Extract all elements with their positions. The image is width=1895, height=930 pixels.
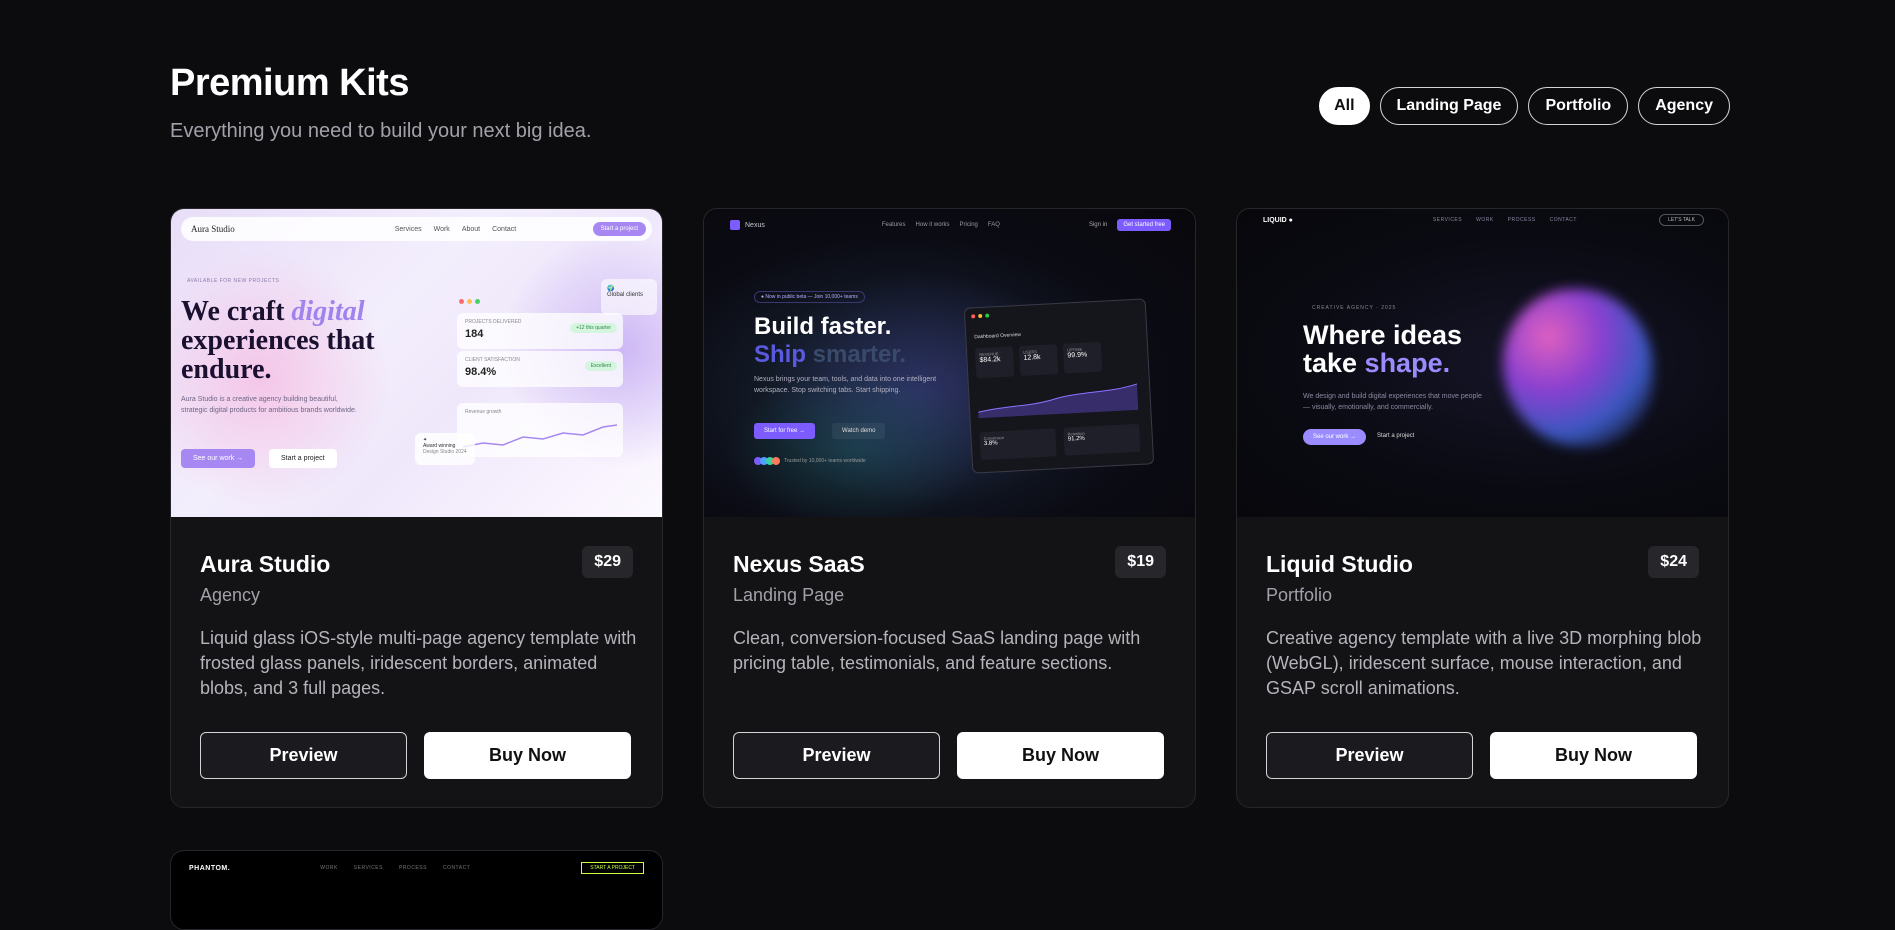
product-thumbnail[interactable]: LIQUID ● SERVICES WORK PROCESS CONTACT L… xyxy=(1237,209,1728,517)
filter-bar: All Landing Page Portfolio Agency xyxy=(1319,87,1730,125)
price-badge: $29 xyxy=(582,546,633,578)
premium-kits-page: Premium Kits Everything you need to buil… xyxy=(0,0,1895,930)
preview-button[interactable]: Preview xyxy=(200,732,407,779)
thumb-cta: Get started free xyxy=(1117,219,1171,231)
thumb-primary-button: See our work → xyxy=(181,449,256,468)
thumb-nav-link: Contact xyxy=(492,225,517,233)
stat-panel: PROJECTS DELIVERED 184 +12 this quarter xyxy=(457,313,623,349)
thumb-nav: LIQUID ● SERVICES WORK PROCESS CONTACT L… xyxy=(1263,213,1704,227)
filter-portfolio[interactable]: Portfolio xyxy=(1528,87,1629,125)
thumb-nav-links: Services Work About Contact xyxy=(395,226,516,233)
chart-panel: Revenue growth xyxy=(457,403,623,457)
preview-button[interactable]: Preview xyxy=(733,732,940,779)
product-name: Nexus SaaS xyxy=(733,551,865,577)
thumb-nav-links: WORK SERVICES PROCESS CONTACT xyxy=(320,865,471,871)
buy-now-button[interactable]: Buy Now xyxy=(424,732,631,779)
nexus-logo-icon xyxy=(730,220,740,230)
product-description: Liquid glass iOS-style multi-page agency… xyxy=(200,628,637,698)
product-card-liquid-studio: LIQUID ● SERVICES WORK PROCESS CONTACT L… xyxy=(1236,208,1729,808)
product-description: Creative agency template with a live 3D … xyxy=(1266,628,1702,698)
globe-icon: 🌍 xyxy=(607,286,615,292)
price-badge: $24 xyxy=(1648,546,1699,578)
thumb-secondary-button: Start a project xyxy=(1377,433,1415,439)
global-clients-badge: 🌍 Global clients xyxy=(601,279,657,315)
product-name: Aura Studio xyxy=(200,551,331,577)
product-name: Liquid Studio xyxy=(1266,551,1413,577)
area-chart-icon xyxy=(978,383,1139,419)
thumb-cta: Start a project xyxy=(592,222,646,236)
thumb-headline: We craft digital experiences that endure… xyxy=(181,296,375,385)
filter-agency[interactable]: Agency xyxy=(1638,87,1730,125)
preview-button[interactable]: Preview xyxy=(1266,732,1473,779)
stat-panel: CLIENT SATISFACTION 98.4% Excellent xyxy=(457,351,623,387)
award-badge: ✦ Award winning Design Studio 2024 xyxy=(415,433,475,465)
thumb-eyebrow: CREATIVE AGENCY · 2025 xyxy=(1312,305,1397,311)
thumb-secondary-button: Start a project xyxy=(269,449,337,468)
price-badge: $19 xyxy=(1115,546,1166,578)
thumb-body: We design and build digital experiences … xyxy=(1303,393,1482,411)
product-description: Clean, conversion-focused SaaS landing p… xyxy=(733,628,1141,673)
product-card-phantom[interactable]: PHANTOM. WORK SERVICES PROCESS CONTACT S… xyxy=(170,850,663,930)
filter-landing-page[interactable]: Landing Page xyxy=(1379,87,1519,125)
thumb-headline: Build faster. xyxy=(754,313,892,340)
thumb-signin: Sign in xyxy=(1088,222,1108,228)
thumb-primary-button: See our work → xyxy=(1303,429,1367,445)
thumb-secondary-button: Watch demo xyxy=(832,423,886,439)
trend-line-icon xyxy=(463,424,617,448)
thumb-trusted: Trusted by 10,000+ teams worldwide xyxy=(754,457,866,465)
thumb-nav: Nexus Features How it works Pricing FAQ … xyxy=(730,217,1171,233)
buy-now-button[interactable]: Buy Now xyxy=(1490,732,1697,779)
window-dots xyxy=(459,299,480,304)
avatar-stack xyxy=(754,457,780,465)
thumb-headline-2: Ship smarter. xyxy=(754,341,907,368)
morphing-blob xyxy=(1503,289,1653,447)
product-category: Landing Page xyxy=(733,585,845,605)
thumb-headline: Where ideas take shape. xyxy=(1303,320,1463,378)
product-category: Portfolio xyxy=(1266,585,1333,605)
product-card-nexus-saas: Nexus Features How it works Pricing FAQ … xyxy=(703,208,1196,808)
thumb-logo: Aura Studio xyxy=(191,224,235,234)
thumb-nav-link: Work xyxy=(433,225,450,233)
product-category: Agency xyxy=(200,585,261,605)
thumb-cta: LET'S TALK xyxy=(1659,214,1704,226)
thumb-eyebrow: AVAILABLE FOR NEW PROJECTS xyxy=(187,278,280,284)
dashboard-mockup: Dashboard Overview REVENUE $84.2k USERS 12… xyxy=(963,298,1155,474)
product-thumbnail[interactable]: Nexus Features How it works Pricing FAQ … xyxy=(704,209,1195,517)
thumb-body: Nexus brings your team, tools, and data … xyxy=(754,376,937,394)
filter-all[interactable]: All xyxy=(1319,87,1370,125)
product-card-aura-studio: Aura Studio Services Work About Contact … xyxy=(170,208,663,808)
thumb-body: Aura Studio is a creative agency buildin… xyxy=(181,396,357,414)
page-title: Premium Kits xyxy=(170,62,409,104)
thumb-nav-link: About xyxy=(461,225,481,233)
thumb-nav-link: Services xyxy=(394,225,422,233)
product-thumbnail[interactable]: Aura Studio Services Work About Contact … xyxy=(171,209,662,517)
thumb-logo: Nexus xyxy=(745,221,765,229)
thumb-primary-button: Start for free → xyxy=(754,423,816,439)
buy-now-button[interactable]: Buy Now xyxy=(957,732,1164,779)
page-subtitle: Everything you need to build your next b… xyxy=(170,120,592,142)
thumb-logo: PHANTOM. xyxy=(189,864,231,872)
thumb-nav: PHANTOM. WORK SERVICES PROCESS CONTACT S… xyxy=(189,861,644,875)
thumb-nav-links: SERVICES WORK PROCESS CONTACT xyxy=(1432,217,1577,223)
thumb-nav: Aura Studio Services Work About Contact … xyxy=(181,217,652,241)
thumb-pill: ● Now in public beta — Join 10,000+ team… xyxy=(754,291,865,303)
thumb-nav-links: Features How it works Pricing FAQ xyxy=(881,222,1000,228)
thumb-cta: START A PROJECT xyxy=(581,862,644,874)
thumb-logo: LIQUID ● xyxy=(1263,216,1293,224)
